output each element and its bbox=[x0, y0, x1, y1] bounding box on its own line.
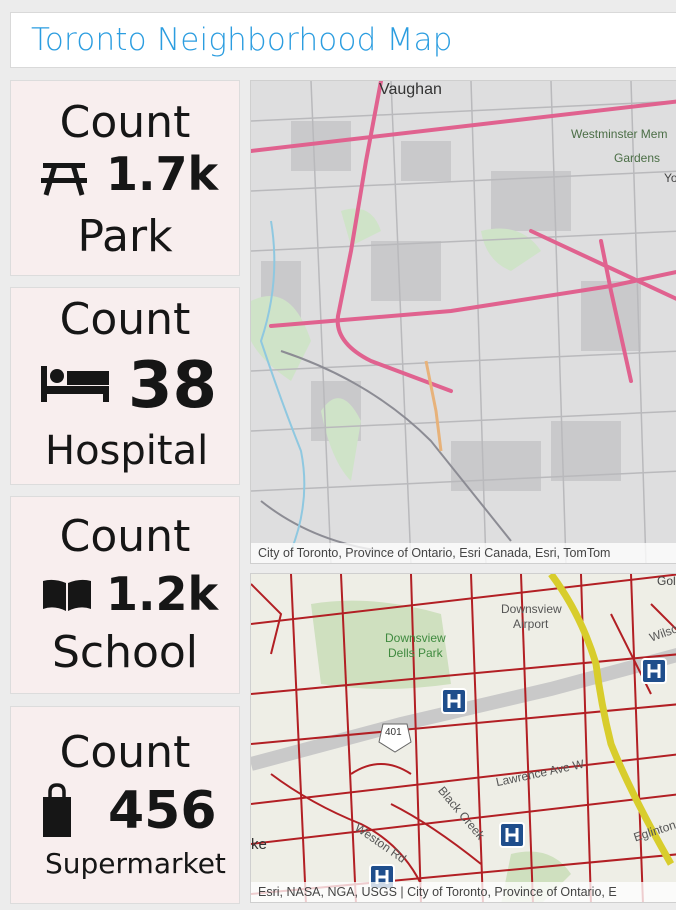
hospital-marker-icon[interactable] bbox=[441, 688, 467, 719]
map-label-vaughan: Vaughan bbox=[379, 81, 442, 98]
picnic-table-icon bbox=[41, 161, 87, 201]
map-label-downsview-airport: Downsview bbox=[501, 602, 562, 616]
hospital-count-value: 38 bbox=[128, 349, 218, 423]
card-label: Count bbox=[59, 294, 191, 345]
hospital-marker-icon[interactable] bbox=[499, 822, 525, 853]
map-label-dells-park: Dells Park bbox=[388, 646, 443, 660]
page-title: Toronto Neighborhood Map bbox=[31, 22, 453, 58]
detail-map[interactable]: 401 Gol Downsview Airport Downsview Dell… bbox=[250, 573, 676, 903]
park-count-card: Count 1.7k Park bbox=[10, 80, 240, 276]
app-header: Toronto Neighborhood Map bbox=[10, 12, 676, 68]
map-label-downsview-airport-2: Airport bbox=[513, 617, 549, 631]
open-book-icon bbox=[41, 579, 93, 615]
school-count-card: Count 1.2k School bbox=[10, 496, 240, 694]
overview-map[interactable]: Vaughan Westminster Mem Gardens Yo City … bbox=[250, 80, 676, 564]
supermarket-count-card: Count 456 Supermarket bbox=[10, 706, 240, 904]
map-label-gol: Gol bbox=[657, 574, 676, 588]
map-label-yo: Yo bbox=[664, 171, 676, 185]
bed-icon bbox=[41, 366, 109, 406]
supermarket-category: Supermarket bbox=[45, 847, 226, 880]
map-attribution: Esri, NASA, NGA, USGS | City of Toronto,… bbox=[251, 882, 676, 902]
map-label-westminster: Westminster Mem bbox=[571, 127, 668, 141]
map-attribution: City of Toronto, Province of Ontario, Es… bbox=[251, 543, 676, 563]
hospital-category: Hospital bbox=[45, 428, 209, 474]
shopping-bag-icon bbox=[41, 783, 73, 841]
school-count-value: 1.2k bbox=[106, 567, 219, 621]
map-label-highway: 401 bbox=[385, 727, 402, 738]
card-label: Count bbox=[59, 511, 191, 562]
hospital-count-card: Count 38 Hospital bbox=[10, 287, 240, 485]
park-count-value: 1.7k bbox=[106, 147, 219, 201]
card-label: Count bbox=[59, 727, 191, 778]
card-label: Count bbox=[59, 97, 191, 148]
school-category: School bbox=[51, 627, 199, 678]
supermarket-count-value: 456 bbox=[108, 781, 217, 841]
map-label-downsview-dells: Downsview bbox=[385, 631, 446, 645]
map-label-gardens: Gardens bbox=[614, 151, 661, 165]
map-label-ke: ke bbox=[251, 836, 267, 853]
hospital-marker-icon[interactable] bbox=[641, 658, 667, 689]
park-category: Park bbox=[77, 211, 173, 262]
